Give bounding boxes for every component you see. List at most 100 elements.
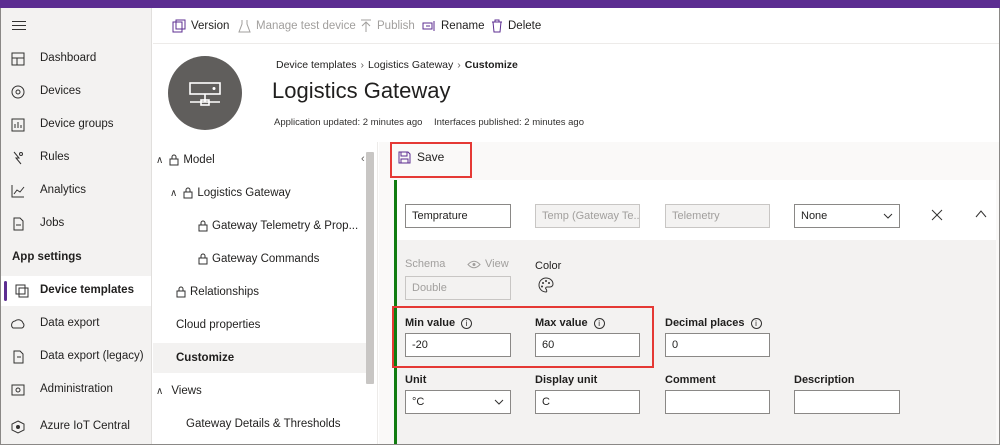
nav-item-dashboard[interactable]: Dashboard [0, 44, 151, 74]
page-title: Logistics Gateway [272, 78, 451, 103]
nav-item-device-templates[interactable]: Device templates [0, 276, 151, 306]
eye-icon [467, 260, 481, 268]
dashboard-icon [11, 52, 25, 66]
nav-item-label: Analytics [40, 184, 87, 196]
tree-item-label: Model [183, 154, 215, 166]
version-icon [172, 19, 186, 33]
lock-icon [198, 253, 208, 265]
nav-item-label: Devices [40, 85, 81, 97]
semantic-type-value: None [801, 210, 828, 222]
nav-item-label: Device groups [40, 118, 114, 130]
unit-value: °C [412, 396, 425, 408]
display-name-field[interactable]: Temp (Gateway Te... [535, 204, 640, 228]
nav-item-data-export[interactable]: Data export [0, 309, 151, 339]
tree-item-label: Cloud properties [176, 319, 261, 331]
close-icon[interactable] [931, 209, 943, 221]
schema-field: Double [405, 276, 511, 300]
interfaces-published-text: Interfaces published: 2 minutes ago [434, 117, 584, 128]
comment-label: Comment [665, 374, 716, 386]
manage-test-device-label: Manage test device [256, 20, 356, 32]
analytics-icon [11, 185, 25, 198]
devices-icon [11, 85, 25, 99]
tree-item-label: Logistics Gateway [197, 187, 291, 199]
unit-label: Unit [405, 374, 427, 386]
breadcrumb-separator: › [360, 59, 365, 71]
collapse-panel-icon[interactable]: ‹ [361, 153, 365, 165]
iot-central-icon [11, 420, 25, 434]
tree-item-gateway-commands[interactable]: Gateway Commands [198, 244, 319, 274]
tree-item-label: Views [171, 385, 202, 397]
nav-item-label: Device templates [40, 284, 134, 296]
device-groups-icon [11, 118, 25, 132]
chevron-up-icon: ∧ [170, 187, 178, 199]
tree-item-cloud-properties[interactable]: Cloud properties [176, 310, 260, 340]
max-value-label-text: Max value [535, 317, 588, 329]
rename-button[interactable]: Rename [422, 18, 484, 34]
breadcrumb-device-templates[interactable]: Device templates [276, 59, 357, 71]
tree-item-views[interactable]: ∧ Views [156, 376, 202, 406]
publish-button[interactable]: Publish [360, 18, 415, 34]
unit-dropdown[interactable]: °C [405, 390, 511, 414]
chevron-up-icon: ∧ [156, 154, 164, 166]
decimal-places-label: Decimal places i [665, 317, 762, 329]
nav-item-rules[interactable]: Rules [0, 143, 151, 173]
info-icon[interactable]: i [750, 317, 762, 329]
breadcrumb: Device templates › Logistics Gateway › Custo… [276, 59, 518, 71]
info-icon[interactable]: i [461, 317, 473, 329]
tree-item-gateway-telemetry[interactable]: Gateway Telemetry & Prop... [198, 211, 358, 241]
max-value-field[interactable]: 60 [535, 333, 640, 357]
active-indicator [4, 281, 7, 301]
min-value-field[interactable]: -20 [405, 333, 511, 357]
chevron-up-icon[interactable] [975, 210, 987, 218]
display-unit-field[interactable]: C [535, 390, 640, 414]
tree-item-model[interactable]: ∧ Model [156, 145, 215, 175]
nav-item-data-export-legacy[interactable]: Data export (legacy) [0, 342, 151, 372]
nav-item-administration[interactable]: Administration [0, 375, 151, 405]
tree-item-label: Gateway Commands [212, 253, 320, 265]
nav-item-devices[interactable]: Devices [0, 77, 151, 107]
tree-item-label: Relationships [190, 286, 260, 298]
description-label: Description [794, 374, 855, 386]
data-export-legacy-icon [13, 350, 24, 364]
breadcrumb-current: Customize [464, 59, 518, 71]
tree-item-logistics-gateway[interactable]: ∧ Logistics Gateway [170, 178, 291, 208]
tree-item-label: Gateway Details & Thresholds [186, 418, 341, 430]
delete-button[interactable]: Delete [491, 18, 541, 34]
hamburger-menu-icon[interactable] [12, 18, 26, 32]
semantic-type-dropdown[interactable]: None [794, 204, 900, 228]
color-label: Color [535, 260, 562, 272]
nav-item-device-groups[interactable]: Device groups [0, 110, 151, 140]
decimal-places-label-text: Decimal places [665, 317, 745, 329]
breadcrumb-logistics-gateway[interactable]: Logistics Gateway [368, 59, 453, 71]
palette-icon[interactable] [538, 277, 554, 293]
view-schema-button[interactable]: View [467, 258, 509, 270]
max-value-label: Max value i [535, 317, 605, 329]
comment-field[interactable] [665, 390, 770, 414]
chevron-down-icon [494, 399, 504, 405]
view-label: View [485, 258, 509, 270]
nav-item-jobs[interactable]: Jobs [0, 209, 151, 239]
tree-scrollbar[interactable] [366, 152, 374, 384]
description-field[interactable] [794, 390, 900, 414]
decimal-places-field[interactable]: 0 [665, 333, 770, 357]
save-button[interactable]: Save [398, 150, 444, 164]
save-label: Save [417, 150, 445, 164]
nav-item-analytics[interactable]: Analytics [0, 176, 151, 206]
tree-item-gateway-details[interactable]: Gateway Details & Thresholds [186, 409, 340, 439]
next-card-indicator [394, 434, 397, 445]
tree-item-label: Customize [176, 352, 235, 364]
tree-item-relationships[interactable]: Relationships [176, 277, 259, 307]
lock-icon [176, 286, 186, 298]
capability-name-field[interactable]: Temprature [405, 204, 511, 228]
chevron-up-icon: ∧ [156, 385, 164, 397]
schema-label-text: Schema [405, 258, 446, 270]
capability-type-field: Telemetry [665, 204, 770, 228]
manage-test-device-button[interactable]: Manage test device [238, 18, 356, 34]
info-icon[interactable]: i [593, 317, 605, 329]
nav-item-label: Jobs [40, 217, 65, 229]
nav-item-azure-iot-central[interactable]: Azure IoT Central [0, 412, 151, 442]
tree-item-customize[interactable]: Customize [153, 343, 366, 373]
version-button[interactable]: Version [172, 18, 229, 34]
trash-icon [492, 19, 502, 33]
data-export-icon [11, 319, 25, 329]
